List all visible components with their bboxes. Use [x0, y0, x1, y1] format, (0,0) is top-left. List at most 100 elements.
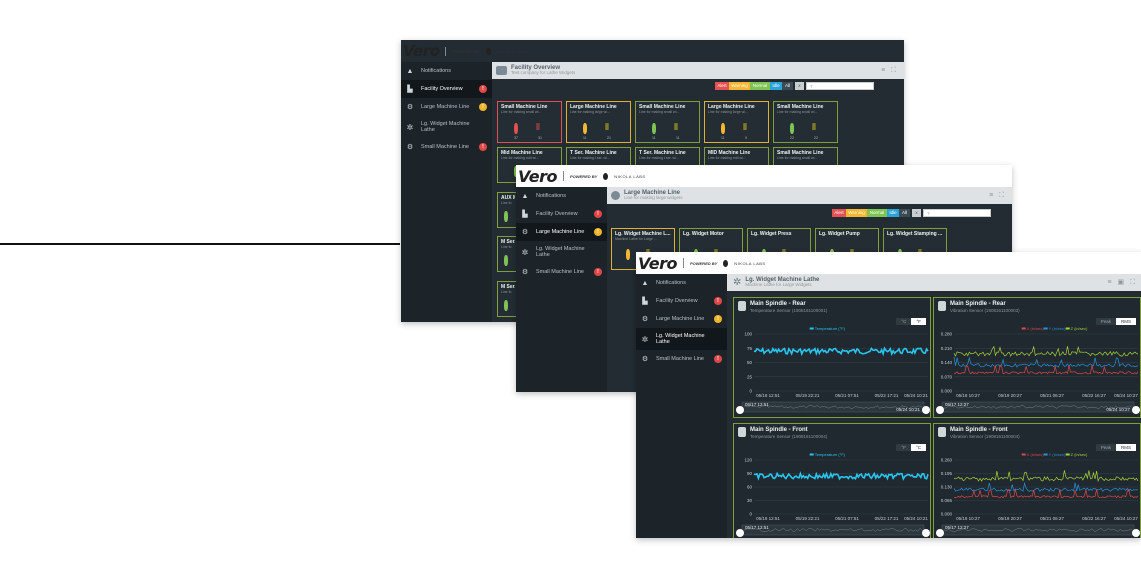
unit-option[interactable]: Peak [1095, 444, 1116, 451]
filter-all-button[interactable]: All [782, 82, 793, 90]
y-tick-label: 0.280 [941, 332, 953, 337]
thermometer-icon [503, 255, 508, 266]
y-tick-label: 0.000 [941, 512, 953, 517]
line-card[interactable]: Large Machine Line Line for making large… [566, 101, 631, 143]
card-subtitle: Line for making large wi... [570, 110, 610, 114]
thermometer-icon [583, 123, 588, 134]
powered-by-label: POWERED BY [452, 48, 480, 54]
sidebar-item-notifications[interactable]: ▲ Notifications [516, 187, 607, 205]
clear-filter-button[interactable]: x [795, 82, 804, 90]
unit-option-selected[interactable]: RMS [1116, 318, 1136, 325]
sidebar-item-lg-widget-machine-lathe[interactable]: ✲ Lg. Widget Machine Lathe [401, 116, 492, 138]
card-subtitle: Line for making small wi... [777, 110, 818, 114]
powered-by-label: POWERED BY [689, 260, 718, 266]
legend-label: Z (in/sec) [1071, 326, 1088, 331]
unit-option-selected[interactable]: RMS [1116, 444, 1136, 451]
range-end-handle[interactable] [922, 406, 930, 414]
sidebar-item-small-machine-line[interactable]: ⚙ Small Machine Line ! [636, 350, 727, 368]
range-start-label: 05/17 12:51 [745, 402, 769, 407]
sidebar-item-lg-widget-machine-lathe[interactable]: ✲ Lg. Widget Machine Lathe [636, 328, 727, 350]
company-label: NIKOLA LABS [734, 260, 766, 266]
line-chart[interactable]: X (in/sec) Y (in/sec) Z (in/sec) 0.280 0.210… [936, 326, 1140, 417]
sidebar-item-small-machine-line[interactable]: ⚙ Small Machine Line ! [401, 138, 492, 156]
brand-bar: Vero POWERED BY NIKOLA LABS [401, 40, 904, 62]
filter-normal-button[interactable]: Normal [867, 209, 887, 217]
line-card[interactable]: Small Machine Line Line for making small… [773, 101, 838, 143]
brand-bar: Vero POWERED BY NIKOLA LABS [516, 165, 1012, 187]
alert-badge: ! [594, 210, 602, 218]
line-card[interactable]: Small Machine Line Line for making small… [635, 101, 700, 143]
sidebar-item-large-machine-line[interactable]: ⚙ Large Machine Line ! [401, 98, 492, 116]
range-slider-track[interactable] [941, 401, 1135, 413]
temperature-count: 37 [514, 136, 518, 140]
y-tick-label: 0.070 [941, 374, 953, 379]
filter-alert-button[interactable]: Alert [715, 82, 729, 90]
header-controls[interactable]: ≡ ⛶ [881, 67, 904, 75]
thermometer-icon [503, 211, 508, 222]
factory-icon: ▙ [407, 86, 413, 93]
unit-option[interactable]: °F [896, 444, 911, 451]
unit-toggle: °C °F [896, 318, 926, 325]
line-chart[interactable]: Temperature (°F) 120 90 60 30 0 05/18 12:51 05/… [736, 452, 930, 538]
sidebar-item-large-machine-line[interactable]: ⚙ Large Machine Line ! [516, 223, 607, 241]
line-chart[interactable]: X (in/sec) Y (in/sec) Z (in/sec) 0.260 0.195… [936, 452, 1140, 538]
x-tick-label: 05/22 17:21 [875, 393, 899, 398]
x-tick-label: 05/22 16:27 [1082, 516, 1106, 521]
line-chart[interactable]: Temperature (°F) 100 75 50 25 0 05/18 12:51 05/… [736, 326, 930, 417]
sidebar-item-large-machine-line[interactable]: ⚙ Large Machine Line ! [636, 310, 727, 328]
y-tick-label: 100 [744, 332, 752, 337]
line-card[interactable]: Large Machine Line Line for making large… [704, 101, 769, 143]
sidebar-item-facility-overview[interactable]: ▙ Facility Overview ! [516, 205, 607, 223]
filter-warning-button[interactable]: Warning [846, 209, 867, 217]
unit-option[interactable]: Peak [1095, 318, 1116, 325]
range-slider-track[interactable] [741, 524, 925, 536]
filter-idle-button[interactable]: Idle [770, 82, 782, 90]
header-controls[interactable]: ≡ ▣ ⛶ [1108, 278, 1141, 287]
range-end-handle[interactable] [1132, 529, 1140, 537]
vibration-icon [938, 427, 946, 437]
temperature-count: 22 [790, 136, 794, 140]
range-start-handle[interactable] [736, 529, 744, 537]
filter-all-button[interactable]: All [899, 209, 910, 217]
temperature-count: 11 [652, 136, 656, 140]
range-start-handle[interactable] [736, 406, 744, 414]
vero-logo: Vero [403, 42, 440, 60]
line-card[interactable]: Small Machine Line Line for making small… [497, 101, 562, 143]
sidebar-item-label: Notifications [536, 192, 566, 199]
gears-icon: ⚙ [641, 356, 649, 363]
sidebar-item-notifications[interactable]: ▲ Notifications [401, 62, 492, 80]
unit-option[interactable]: °C [896, 318, 912, 325]
sidebar-item-small-machine-line[interactable]: ⚙ Small Machine Line ! [516, 263, 607, 281]
range-end-handle[interactable] [1132, 406, 1140, 414]
header-controls[interactable]: ≡ ⛶ [989, 192, 1012, 200]
y-tick-label: 0 [749, 389, 752, 394]
filter-alert-button[interactable]: Alert [832, 209, 846, 217]
legend-label: X (in/sec) [1027, 326, 1045, 331]
nikola-labs-logo-icon [485, 47, 491, 55]
sidebar-item-facility-overview[interactable]: ▙ Facility Overview ! [636, 292, 727, 310]
filter-normal-button[interactable]: Normal [750, 82, 770, 90]
warning-badge: ! [594, 228, 602, 236]
thermometer-icon [738, 301, 746, 311]
y-tick-label: 90 [747, 471, 753, 476]
sidebar-item-label: Small Machine Line [421, 143, 469, 150]
brand-bar: Vero POWERED BY NIKOLA LABS [636, 252, 1141, 274]
filter-search-input[interactable]: ? [923, 209, 991, 217]
sidebar-item-lg-widget-machine-lathe[interactable]: ✲ Lg. Widget Machine Lathe [516, 241, 607, 263]
unit-option-selected[interactable]: °C [910, 444, 926, 451]
range-start-handle[interactable] [936, 406, 944, 414]
sidebar-item-facility-overview[interactable]: ▙ Facility Overview ! [401, 80, 492, 98]
range-end-handle[interactable] [922, 529, 930, 537]
range-start-handle[interactable] [936, 529, 944, 537]
unit-option-selected[interactable]: °F [911, 318, 926, 325]
vibration-icon: ⦀ [674, 121, 678, 132]
filter-warning-button[interactable]: Warning [729, 82, 750, 90]
vibration-icon: ⦀ [536, 121, 540, 132]
sidebar-item-notifications[interactable]: ▲ Notifications [636, 274, 727, 292]
series-line [753, 346, 929, 357]
sidebar: ▲ Notifications ▙ Facility Overview ! ⚙ … [401, 62, 492, 322]
y-tick-label: 0.210 [941, 346, 953, 351]
filter-idle-button[interactable]: Idle [887, 209, 899, 217]
filter-search-input[interactable]: ? [806, 82, 874, 90]
clear-filter-button[interactable]: x [912, 209, 921, 217]
